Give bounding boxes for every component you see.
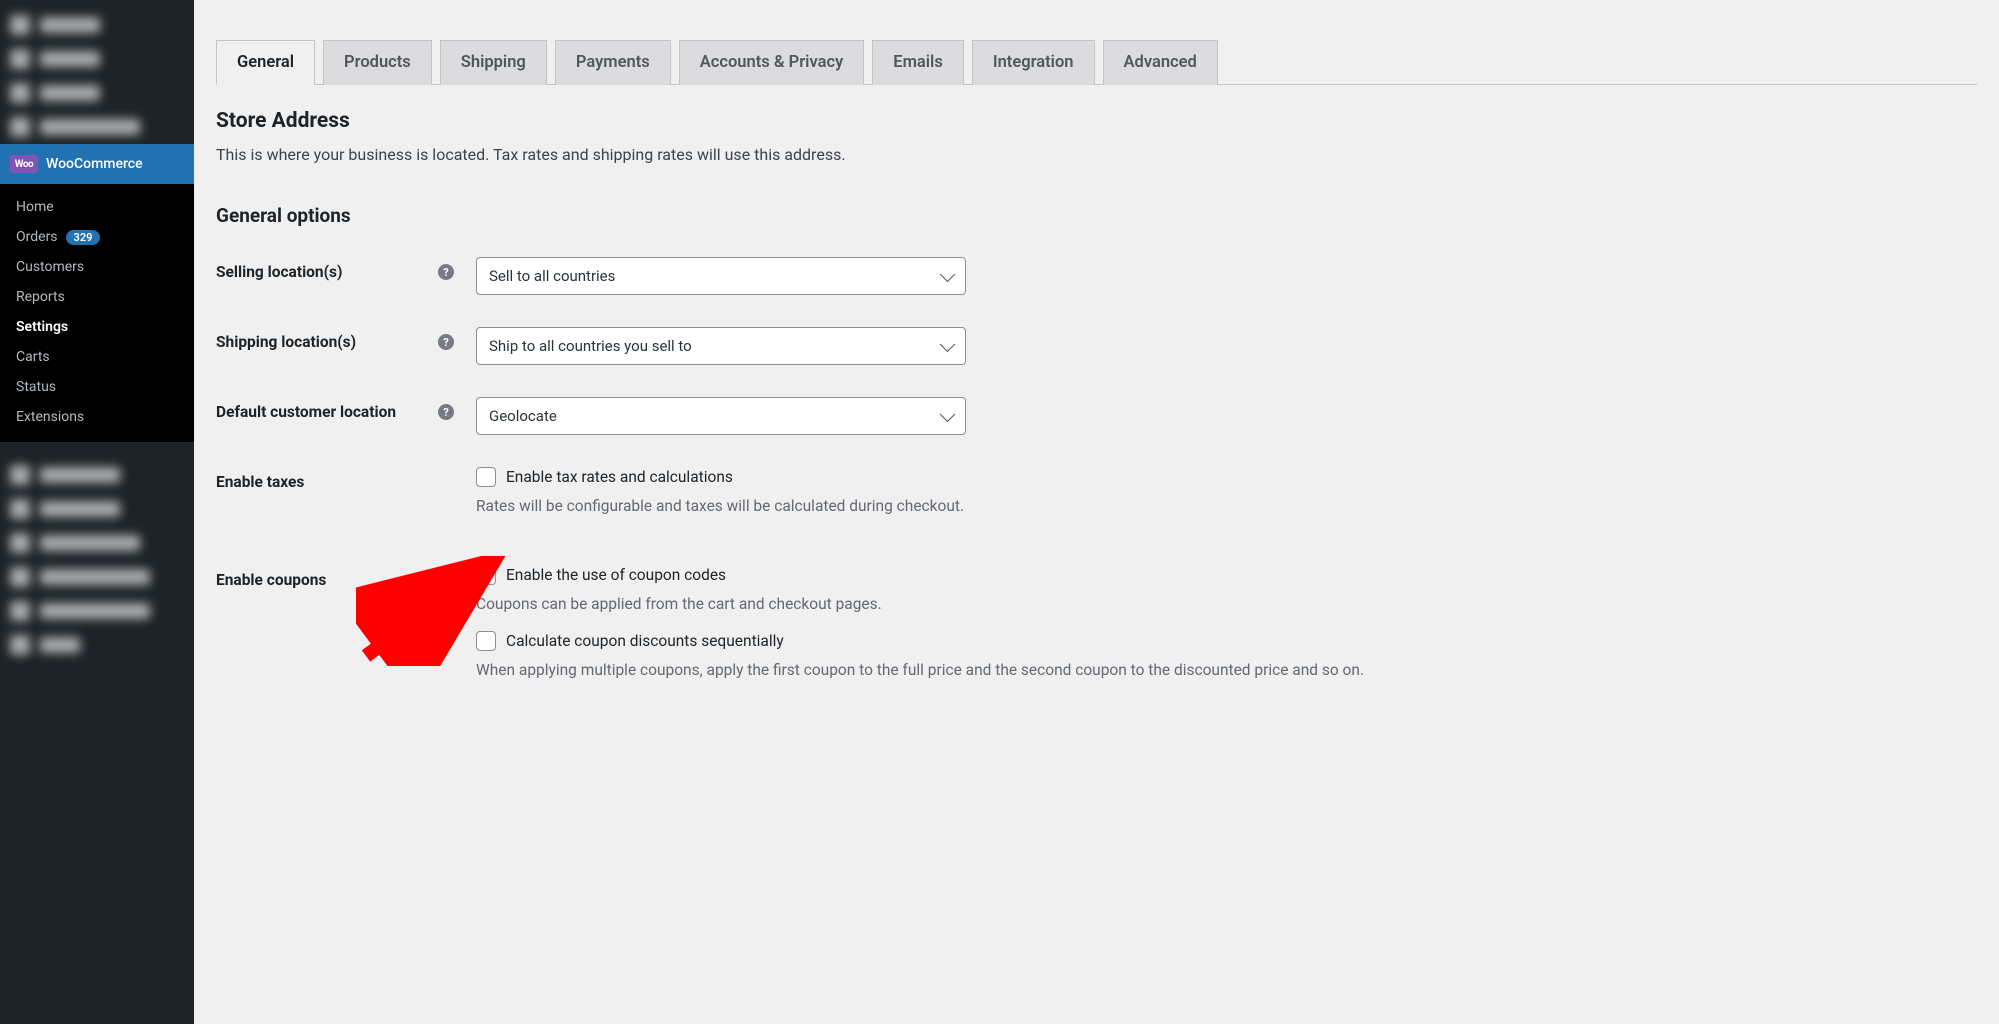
help-icon[interactable]: ? [438,264,454,280]
label-default-customer-location: Default customer location ? [216,397,476,421]
sidebar-sub-settings[interactable]: Settings [0,312,194,342]
sidebar-sub-orders[interactable]: Orders 329 [0,222,194,252]
tab-integration[interactable]: Integration [972,40,1095,85]
sidebar-obscured-top [0,0,194,144]
store-address-desc: This is where your business is located. … [216,145,1977,164]
checkbox-enable-coupon-codes[interactable] [476,565,496,585]
checkbox-sequential-discounts-label: Calculate coupon discounts sequentially [506,632,784,650]
sidebar-sub-extensions[interactable]: Extensions [0,402,194,432]
tab-emails[interactable]: Emails [872,40,964,85]
sidebar-sub-status[interactable]: Status [0,372,194,402]
row-default-customer-location: Default customer location ? Geolocate [216,397,1977,435]
sidebar-item-label: WooCommerce [46,156,143,172]
tab-accounts-privacy[interactable]: Accounts & Privacy [679,40,865,85]
select-default-customer-location[interactable]: Geolocate [476,397,966,435]
sidebar-sub-reports[interactable]: Reports [0,282,194,312]
label-selling-locations: Selling location(s) ? [216,257,476,281]
sidebar-submenu: Home Orders 329 Customers Reports Settin… [0,184,194,442]
sequential-discounts-help: When applying multiple coupons, apply th… [476,661,1977,679]
sidebar-sub-carts[interactable]: Carts [0,342,194,372]
tab-shipping[interactable]: Shipping [440,40,547,85]
checkbox-enable-taxes[interactable] [476,467,496,487]
row-selling-locations: Selling location(s) ? Sell to all countr… [216,257,1977,295]
checkbox-enable-coupon-codes-label: Enable the use of coupon codes [506,566,726,584]
select-selling-locations[interactable]: Sell to all countries [476,257,966,295]
sidebar-item-woocommerce[interactable]: Woo WooCommerce [0,144,194,184]
orders-count-badge: 329 [66,230,101,245]
sidebar-sub-customers[interactable]: Customers [0,252,194,282]
tab-products[interactable]: Products [323,40,432,85]
label-enable-taxes: Enable taxes [216,467,476,491]
row-enable-coupons: Enable coupons Enable the use of coupon … [216,565,1977,697]
label-enable-coupons: Enable coupons [216,565,476,589]
admin-sidebar: Woo WooCommerce Home Orders 329 Customer… [0,0,194,1024]
row-shipping-locations: Shipping location(s) ? Ship to all count… [216,327,1977,365]
main-content: General Products Shipping Payments Accou… [194,0,1999,1024]
settings-tabs: General Products Shipping Payments Accou… [216,40,1977,85]
label-shipping-locations: Shipping location(s) ? [216,327,476,351]
store-address-title: Store Address [216,109,1977,133]
enable-coupons-help: Coupons can be applied from the cart and… [476,595,1977,613]
enable-taxes-help: Rates will be configurable and taxes wil… [476,497,1977,515]
sidebar-sub-home[interactable]: Home [0,192,194,222]
select-shipping-locations[interactable]: Ship to all countries you sell to [476,327,966,365]
help-icon[interactable]: ? [438,404,454,420]
tab-advanced[interactable]: Advanced [1103,40,1218,85]
tab-general[interactable]: General [216,40,315,85]
checkbox-sequential-discounts[interactable] [476,631,496,651]
sidebar-obscured-bottom [0,442,194,1024]
general-options-title: General options [216,204,1977,227]
help-icon[interactable]: ? [438,334,454,350]
row-enable-taxes: Enable taxes Enable tax rates and calcul… [216,467,1977,533]
woo-icon: Woo [10,155,38,173]
checkbox-enable-taxes-label: Enable tax rates and calculations [506,468,733,486]
tab-payments[interactable]: Payments [555,40,671,85]
